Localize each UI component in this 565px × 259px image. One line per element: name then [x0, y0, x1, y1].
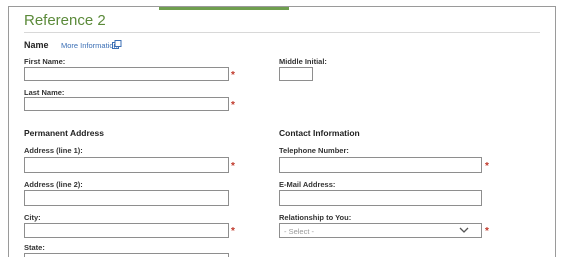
- last-name-required-marker: *: [231, 100, 235, 111]
- email-label: E-Mail Address:: [279, 180, 336, 189]
- city-required-marker: *: [231, 226, 235, 237]
- permanent-address-heading: Permanent Address: [24, 128, 104, 138]
- middle-initial-label: Middle Initial:: [279, 57, 327, 66]
- email-input[interactable]: [279, 190, 482, 206]
- name-heading: Name: [24, 40, 49, 50]
- relationship-selected-value: - Select -: [284, 227, 315, 236]
- relationship-select[interactable]: - Select -: [279, 223, 482, 238]
- address-line2-input[interactable]: [24, 190, 229, 206]
- city-label: City:: [24, 213, 41, 222]
- middle-initial-input[interactable]: [279, 67, 313, 81]
- relationship-required-marker: *: [485, 226, 489, 237]
- last-name-input[interactable]: [24, 97, 229, 111]
- first-name-label: First Name:: [24, 57, 66, 66]
- first-name-input[interactable]: [24, 67, 229, 81]
- first-name-required-marker: *: [231, 70, 235, 81]
- city-input[interactable]: [24, 223, 229, 238]
- top-accent-bar: [159, 7, 289, 10]
- state-label: State:: [24, 243, 45, 252]
- chevron-down-icon: [459, 227, 469, 233]
- section-divider: [24, 32, 540, 33]
- telephone-required-marker: *: [485, 161, 489, 172]
- address-line2-label: Address (line 2):: [24, 180, 83, 189]
- relationship-label: Relationship to You:: [279, 213, 352, 222]
- telephone-label: Telephone Number:: [279, 146, 349, 155]
- contact-information-heading: Contact Information: [279, 128, 360, 138]
- address-line1-label: Address (line 1):: [24, 146, 83, 155]
- section-title: Reference 2: [24, 12, 106, 29]
- last-name-label: Last Name:: [24, 88, 65, 97]
- reference-form-panel: Reference 2 Name More Information First …: [8, 6, 556, 257]
- state-select[interactable]: [24, 253, 229, 257]
- more-information-link[interactable]: More Information: [61, 41, 118, 50]
- telephone-input[interactable]: [279, 157, 482, 173]
- address-line1-input[interactable]: [24, 157, 229, 173]
- external-window-icon[interactable]: [112, 40, 122, 49]
- address-line1-required-marker: *: [231, 161, 235, 172]
